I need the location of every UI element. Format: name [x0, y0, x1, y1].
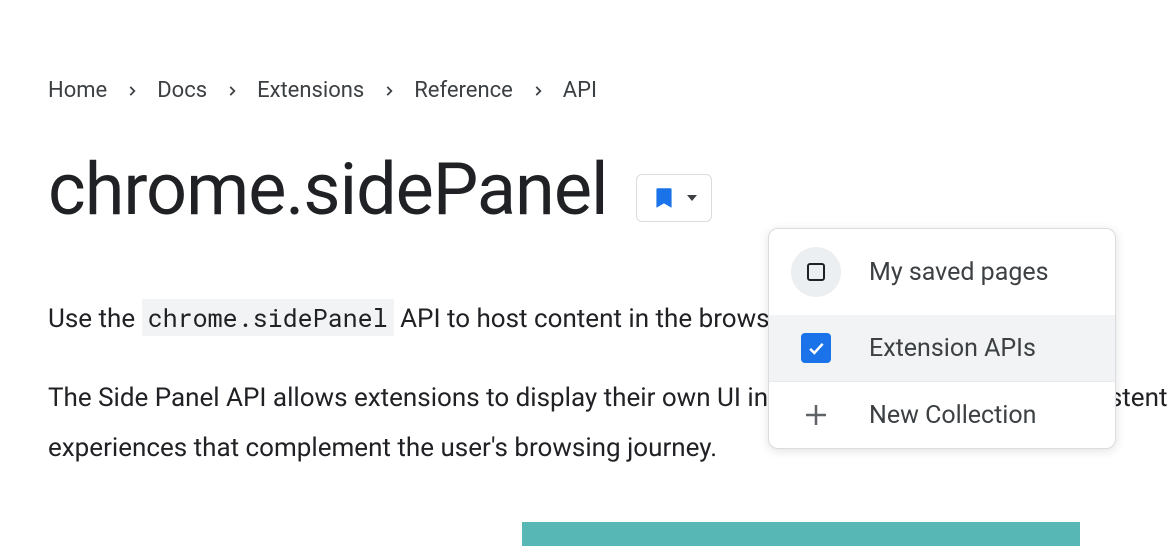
menu-item-label: My saved pages	[869, 258, 1049, 287]
chevron-right-icon	[382, 84, 396, 98]
chevron-right-icon	[225, 84, 239, 98]
chevron-right-icon	[125, 84, 139, 98]
decorative-strip	[522, 522, 1080, 546]
menu-item-label: New Collection	[869, 401, 1036, 430]
breadcrumb-item-reference[interactable]: Reference	[414, 78, 513, 103]
breadcrumb-item-extensions[interactable]: Extensions	[257, 78, 364, 103]
menu-item-label: Extension APIs	[869, 334, 1036, 363]
title-row: chrome.sidePanel	[48, 147, 1170, 232]
bookmark-collections-menu: My saved pages Extension APIs New Collec…	[768, 228, 1116, 449]
bookmark-icon	[651, 185, 677, 211]
breadcrumb-item-home[interactable]: Home	[48, 78, 107, 103]
plus-icon	[791, 400, 841, 430]
menu-item-new-collection[interactable]: New Collection	[769, 382, 1115, 448]
checked-box-icon	[791, 333, 841, 363]
page-title: chrome.sidePanel	[48, 147, 608, 232]
square-outline-icon	[791, 247, 841, 297]
menu-item-extension-apis[interactable]: Extension APIs	[769, 315, 1115, 381]
bookmark-dropdown-button[interactable]	[636, 174, 712, 222]
menu-item-my-saved-pages[interactable]: My saved pages	[769, 229, 1115, 315]
breadcrumb-item-docs[interactable]: Docs	[157, 78, 207, 103]
api-code-token: chrome.sidePanel	[142, 299, 394, 336]
caret-down-icon	[687, 195, 697, 201]
intro-text-1: Use the	[48, 304, 142, 334]
chevron-right-icon	[531, 84, 545, 98]
breadcrumb: Home Docs Extensions Reference API	[48, 78, 1170, 103]
breadcrumb-item-api[interactable]: API	[563, 78, 597, 103]
